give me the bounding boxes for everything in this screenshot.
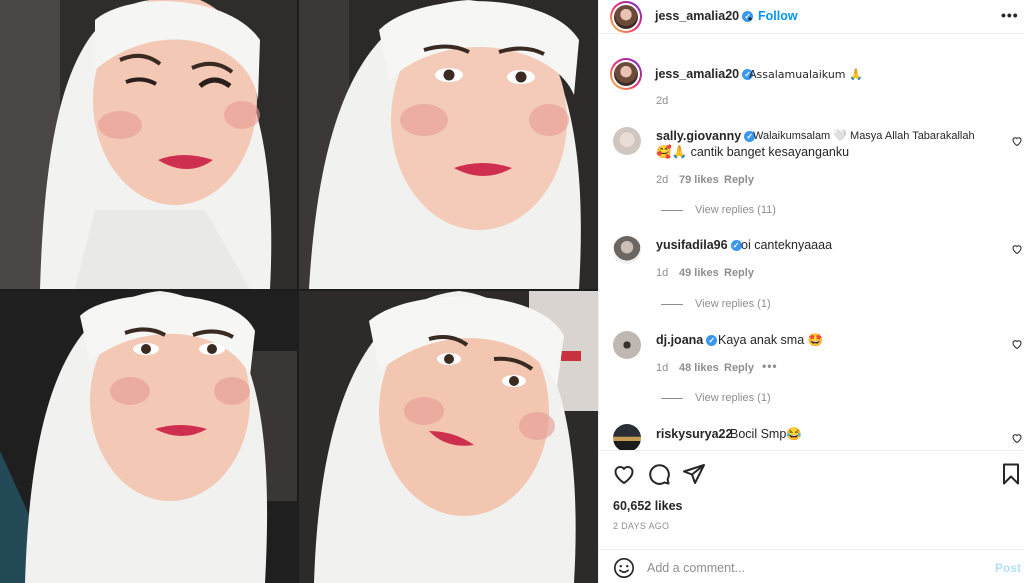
share-icon[interactable] xyxy=(682,462,706,486)
commenter-avatar[interactable] xyxy=(613,331,641,359)
caption-avatar[interactable] xyxy=(610,58,642,90)
comment-username-link[interactable]: yusifadila96 ✓ xyxy=(656,238,742,252)
post-timestamp[interactable]: 2 DAYS AGO xyxy=(613,521,669,531)
comment-username: riskysurya22 xyxy=(656,427,733,441)
verified-icon: ✓ xyxy=(730,240,742,252)
comment-bar: Post xyxy=(599,549,1024,583)
comment-username-link[interactable]: dj.joana ✓ xyxy=(656,333,718,347)
more-options-icon[interactable]: ••• xyxy=(1001,7,1019,23)
comment-like-heart-icon[interactable] xyxy=(1011,338,1023,350)
comment-likes[interactable]: 48 likes xyxy=(679,362,719,374)
comment-text: Kaya anak sma 🤩 xyxy=(718,333,824,347)
post-panel: jess_amalia20 ✓ • Follow ••• jess_amalia2… xyxy=(598,0,1024,583)
action-bar: 60,652 likes 2 DAYS AGO Post xyxy=(599,450,1024,583)
separator-dot: • xyxy=(748,12,753,26)
photo-tile-3 xyxy=(0,291,297,583)
reply-button[interactable]: Reply xyxy=(724,267,754,279)
heart-icon[interactable] xyxy=(612,462,636,486)
comment-likes[interactable]: 79 likes xyxy=(679,174,719,186)
view-replies-button[interactable]: View replies (1) xyxy=(661,392,771,404)
commenter-avatar[interactable] xyxy=(613,424,641,452)
view-replies-button[interactable]: View replies (1) xyxy=(661,298,771,310)
comment-like-heart-icon[interactable] xyxy=(1011,135,1023,147)
photo-tile-2 xyxy=(299,0,598,289)
caption-text: Assalamualaikum 🙏 xyxy=(749,68,863,81)
comment-like-heart-icon[interactable] xyxy=(1011,243,1023,255)
caption-username-link[interactable]: jess_amalia20 ✓ xyxy=(655,67,754,81)
comment-age: 1d xyxy=(656,362,669,374)
comment-text: Walaikumsalam 🤍 Masya Allah Tabarakallah xyxy=(753,130,975,142)
comment-username: yusifadila96 xyxy=(656,238,728,252)
comment-text: oi canteknyaaaa xyxy=(741,238,833,252)
author-avatar[interactable] xyxy=(610,1,642,33)
view-replies-button[interactable]: View replies (11) xyxy=(661,204,776,216)
commenter-avatar[interactable] xyxy=(613,236,641,264)
caption-username: jess_amalia20 xyxy=(655,67,740,81)
comment-age: 2d xyxy=(656,174,669,186)
reply-button[interactable]: Reply xyxy=(724,174,754,186)
comment-username-link[interactable]: sally.giovanny ✓ xyxy=(656,129,756,143)
comment-like-heart-icon[interactable] xyxy=(1011,432,1023,444)
comment-likes[interactable]: 49 likes xyxy=(679,267,719,279)
comment-icon[interactable] xyxy=(647,462,671,486)
follow-button[interactable]: Follow xyxy=(758,9,798,23)
verified-icon: ✓ xyxy=(706,335,718,347)
author-username-link[interactable]: jess_amalia20 ✓ xyxy=(655,9,754,23)
photo-tile-1 xyxy=(0,0,297,289)
post-media[interactable] xyxy=(0,0,598,583)
comment-username: sally.giovanny xyxy=(656,129,742,143)
reply-button[interactable]: Reply xyxy=(724,362,754,374)
comment-age: 1d xyxy=(656,267,669,279)
comment-input[interactable] xyxy=(647,558,977,578)
bookmark-icon[interactable] xyxy=(999,462,1023,486)
commenter-avatar[interactable] xyxy=(613,127,641,155)
photo-tile-4 xyxy=(299,291,598,583)
comment-more-icon[interactable]: ••• xyxy=(762,359,778,373)
comment-username-link[interactable]: riskysurya22 xyxy=(656,427,732,441)
caption-age: 2d xyxy=(656,95,669,107)
post-header: jess_amalia20 ✓ • Follow ••• xyxy=(599,0,1024,34)
author-username: jess_amalia20 xyxy=(655,9,740,23)
emoji-icon[interactable] xyxy=(613,557,635,579)
comment-text-cont: 🥰🙏 cantik banget kesayanganku xyxy=(656,145,850,159)
comment-text: Bocil Smp😂 xyxy=(730,427,802,441)
comment-username: dj.joana xyxy=(656,333,704,347)
post-comment-button[interactable]: Post xyxy=(995,561,1021,575)
likes-count[interactable]: 60,652 likes xyxy=(613,499,683,513)
